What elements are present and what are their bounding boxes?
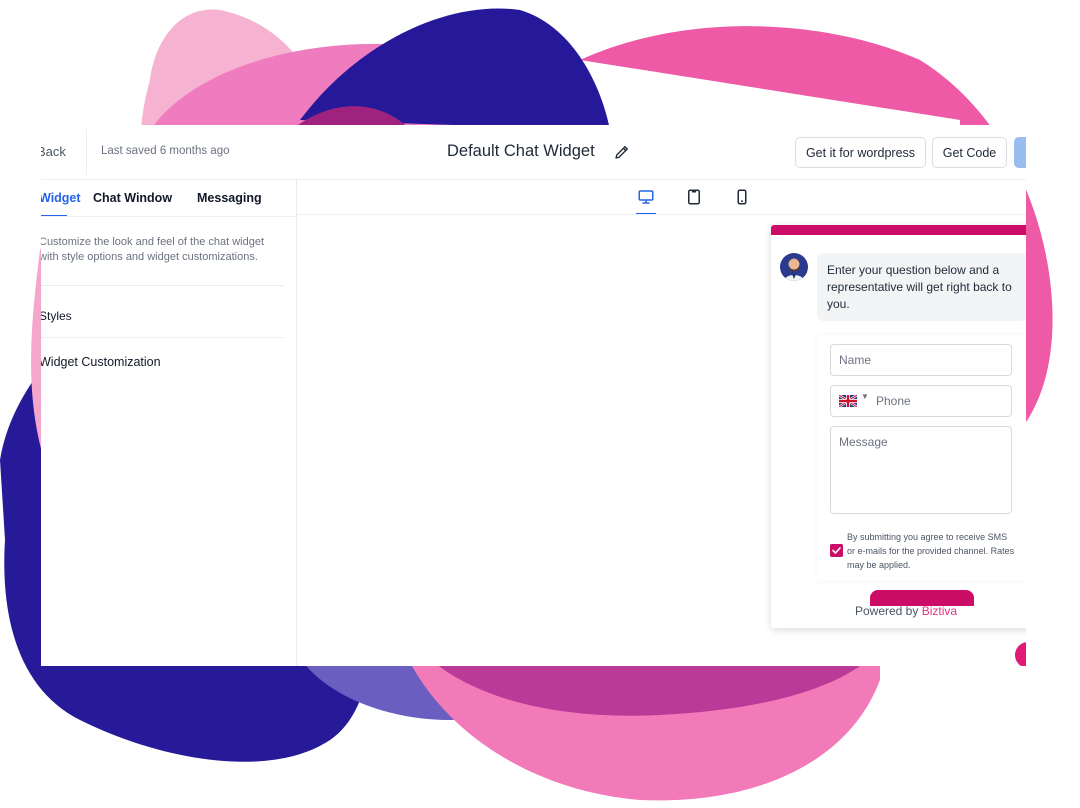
uk-flag-icon[interactable]	[839, 395, 857, 407]
page-title: Default Chat Widget	[447, 142, 595, 160]
powered-by-label: Powered by	[854, 604, 919, 618]
name-placeholder: Name	[839, 353, 872, 367]
settings-sidebar: Widget Chat Window Messaging Customize t…	[41, 179, 297, 666]
phone-placeholder: Phone	[876, 394, 911, 408]
tab-widget[interactable]: Widget	[41, 191, 81, 205]
chat-launcher-button[interactable]	[1015, 642, 1026, 666]
contact-form: Name ▼ Phone Message By submitting you a…	[817, 335, 1026, 581]
greeting-message: Enter your question below and a represen…	[817, 253, 1026, 321]
styles-section[interactable]: Styles	[41, 309, 72, 323]
brand-link[interactable]: Biztiva	[922, 604, 957, 618]
save-button[interactable]	[1014, 137, 1026, 168]
agent-avatar	[780, 253, 808, 281]
consent-checkbox[interactable]	[830, 544, 843, 557]
message-placeholder: Message	[839, 435, 888, 449]
tab-messaging[interactable]: Messaging	[197, 191, 262, 205]
get-code-button[interactable]: Get Code	[932, 137, 1007, 168]
name-field[interactable]: Name	[830, 344, 1012, 376]
powered-by: Powered by Biztiva	[771, 604, 1026, 618]
widget-editor-window: Back Last saved 6 months ago Default Cha…	[41, 125, 1026, 666]
divider	[41, 216, 296, 217]
phone-field[interactable]: ▼ Phone	[830, 385, 1012, 417]
pencil-icon[interactable]	[613, 143, 631, 161]
mobile-icon[interactable]	[733, 188, 751, 206]
divider	[41, 337, 284, 338]
top-bar: Back Last saved 6 months ago Default Cha…	[41, 125, 1026, 180]
chat-widget-preview: Enter your question below and a represen…	[771, 225, 1026, 628]
widget-customization-section[interactable]: Widget Customization	[41, 355, 161, 369]
chevron-down-icon[interactable]: ▼	[861, 392, 869, 401]
chat-header-bar	[771, 225, 1026, 235]
desktop-icon[interactable]	[637, 188, 655, 206]
tablet-icon[interactable]	[685, 188, 703, 206]
widget-description: Customize the look and feel of the chat …	[41, 236, 265, 263]
divider	[86, 129, 87, 175]
divider	[297, 214, 1026, 215]
get-wordpress-button[interactable]: Get it for wordpress	[795, 137, 926, 168]
back-button[interactable]: Back	[41, 144, 66, 159]
divider	[41, 285, 284, 286]
last-saved-text: Last saved 6 months ago	[101, 145, 230, 157]
message-field[interactable]: Message	[830, 426, 1012, 514]
tab-chat-window[interactable]: Chat Window	[93, 191, 172, 205]
consent-text: By submitting you agree to receive SMS o…	[847, 532, 1015, 570]
